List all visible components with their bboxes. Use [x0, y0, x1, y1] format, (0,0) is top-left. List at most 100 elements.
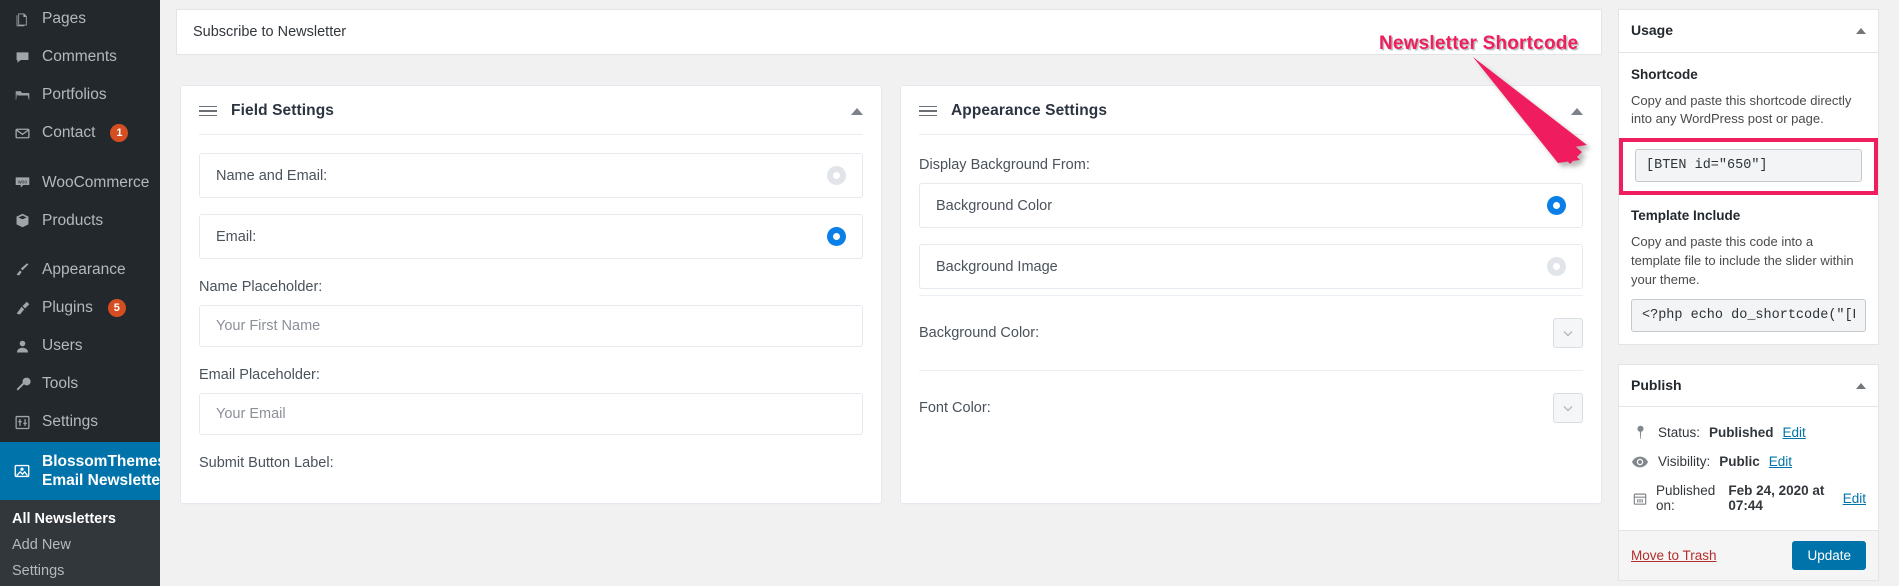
usage-body: Shortcode Copy and paste this shortcode … [1619, 53, 1878, 344]
submenu-item-add-new[interactable]: Add New [0, 532, 160, 558]
sidebar-item-label: Pages [42, 10, 86, 27]
template-include-input[interactable] [1631, 298, 1866, 332]
calendar-icon [1631, 491, 1649, 506]
option-label: Email: [216, 228, 257, 245]
option-label: Name and Email: [216, 167, 328, 184]
sidebar-item-comments[interactable]: Comments [0, 38, 160, 76]
sidebar-item-label: Portfolios [42, 86, 107, 104]
sidebar-item-appearance[interactable]: Appearance [0, 251, 160, 289]
visibility-label: Visibility: [1658, 454, 1711, 470]
shortcode-input[interactable] [1635, 149, 1862, 183]
sliders-icon [12, 412, 32, 432]
shortcode-highlight-box [1619, 138, 1878, 196]
pin-icon [1631, 425, 1649, 440]
status-row: Status: Published Edit [1631, 418, 1866, 447]
shortcode-description: Copy and paste this shortcode directly i… [1631, 92, 1852, 127]
sidebar-item-label: Appearance [42, 260, 126, 278]
chevron-up-icon[interactable] [1571, 107, 1583, 115]
post-title-field[interactable]: Subscribe to Newsletter [176, 9, 1602, 55]
newsletter-icon [12, 461, 32, 481]
sidebar-item-pages[interactable]: Pages [0, 0, 160, 38]
envelope-icon [12, 123, 32, 143]
submenu-item-all-newsletters[interactable]: All Newsletters [0, 506, 160, 532]
email-placeholder-label: Email Placeholder: [199, 367, 320, 383]
sidebar-item-contact[interactable]: Contact 1 [0, 114, 160, 152]
option-name-and-email[interactable]: Name and Email: [199, 153, 863, 198]
display-background-from-label: Display Background From: [919, 157, 1090, 173]
sidebar-item-label: Products [42, 211, 104, 229]
name-placeholder-label: Name Placeholder: [199, 279, 323, 295]
visibility-row: Visibility: Public Edit [1631, 447, 1866, 476]
publish-postbox: Publish Status: Published Edit Visibilit… [1618, 363, 1879, 582]
move-to-trash-link[interactable]: Move to Trash [1631, 548, 1717, 563]
submenu-item-settings[interactable]: Settings [0, 558, 160, 584]
sidebar-item-label: Settings [42, 413, 99, 431]
drag-handle-icon[interactable] [199, 105, 217, 117]
status-badge: 1 [110, 124, 129, 143]
email-placeholder-input[interactable] [199, 393, 863, 435]
font-color-swatch[interactable] [1553, 393, 1583, 423]
background-color-row: Background Color: [919, 295, 1583, 370]
post-sidebar: Usage Shortcode Copy and paste this shor… [1618, 0, 1899, 586]
option-email[interactable]: Email: [199, 214, 863, 259]
font-color-row: Font Color: [919, 370, 1583, 445]
radio-background-image[interactable] [1547, 257, 1566, 276]
radio-name-and-email[interactable] [827, 166, 846, 185]
published-on-edit-link[interactable]: Edit [1843, 491, 1866, 506]
woocommerce-icon: woo [12, 173, 32, 193]
panel-title: Field Settings [231, 102, 335, 119]
status-label: Status: [1658, 425, 1701, 441]
appearance-settings-panel: Appearance Settings Display Background F… [900, 85, 1602, 504]
background-color-swatch[interactable] [1553, 318, 1583, 348]
appearance-settings-body: Display Background From: Background Colo… [901, 135, 1601, 467]
sidebar-item-users[interactable]: Users [0, 327, 160, 365]
visibility-value: Public [1719, 454, 1760, 470]
sidebar-item-tools[interactable]: Tools [0, 365, 160, 403]
appearance-settings-header[interactable]: Appearance Settings [901, 86, 1601, 134]
publish-header[interactable]: Publish [1619, 365, 1878, 408]
option-label: Background Image [936, 258, 1058, 275]
sidebar-submenu: All Newsletters Add New Settings [0, 500, 160, 586]
usage-header[interactable]: Usage [1619, 10, 1878, 53]
sidebar-item-label: Tools [42, 375, 79, 393]
option-background-color[interactable]: Background Color [919, 183, 1583, 228]
sidebar-item-blossomthemes-email-newsletter[interactable]: BlossomThemes Email Newsletter [0, 441, 160, 501]
wrench-icon [12, 374, 32, 394]
chevron-up-icon[interactable] [1856, 382, 1866, 389]
status-edit-link[interactable]: Edit [1783, 425, 1806, 440]
chevron-up-icon[interactable] [851, 107, 863, 115]
radio-email[interactable] [827, 227, 846, 246]
status-value: Published [1709, 425, 1774, 441]
drag-handle-icon[interactable] [919, 105, 937, 117]
sidebar-item-label: Comments [42, 48, 117, 66]
sidebar-item-settings[interactable]: Settings [0, 403, 160, 441]
user-icon [12, 336, 32, 356]
publish-title: Publish [1631, 376, 1682, 393]
option-background-image[interactable]: Background Image [919, 244, 1583, 289]
update-button[interactable]: Update [1792, 541, 1866, 571]
sidebar-item-label: Plugins [42, 298, 93, 316]
shortcode-heading: Shortcode [1631, 66, 1698, 82]
sidebar-item-label: Users [42, 337, 83, 355]
pages-icon [12, 9, 32, 29]
visibility-edit-link[interactable]: Edit [1769, 454, 1792, 469]
radio-background-color[interactable] [1547, 196, 1566, 215]
panel-title: Appearance Settings [951, 102, 1108, 119]
svg-text:woo: woo [17, 179, 27, 185]
field-settings-body: Name and Email: Email: Name Placeholder:… [181, 135, 881, 503]
sidebar-item-plugins[interactable]: Plugins 5 [0, 289, 160, 327]
sidebar-item-label: WooCommerce [42, 173, 150, 191]
menu-divider [0, 153, 160, 164]
submit-button-label-label: Submit Button Label: [199, 455, 334, 471]
sidebar-item-products[interactable]: Products [0, 202, 160, 240]
template-include-heading: Template Include [1631, 208, 1741, 224]
field-settings-header[interactable]: Field Settings [181, 86, 881, 134]
sidebar-item-woocommerce[interactable]: woo WooCommerce [0, 164, 160, 202]
sidebar-item-portfolios[interactable]: Portfolios [0, 76, 160, 114]
published-on-value: Feb 24, 2020 at 07:44 [1728, 483, 1825, 514]
admin-screen: Pages Comments Portfolios Contact 1 woo [0, 0, 1899, 586]
status-badge: 5 [107, 299, 126, 318]
chevron-up-icon[interactable] [1856, 27, 1866, 34]
name-placeholder-input[interactable] [199, 305, 863, 347]
